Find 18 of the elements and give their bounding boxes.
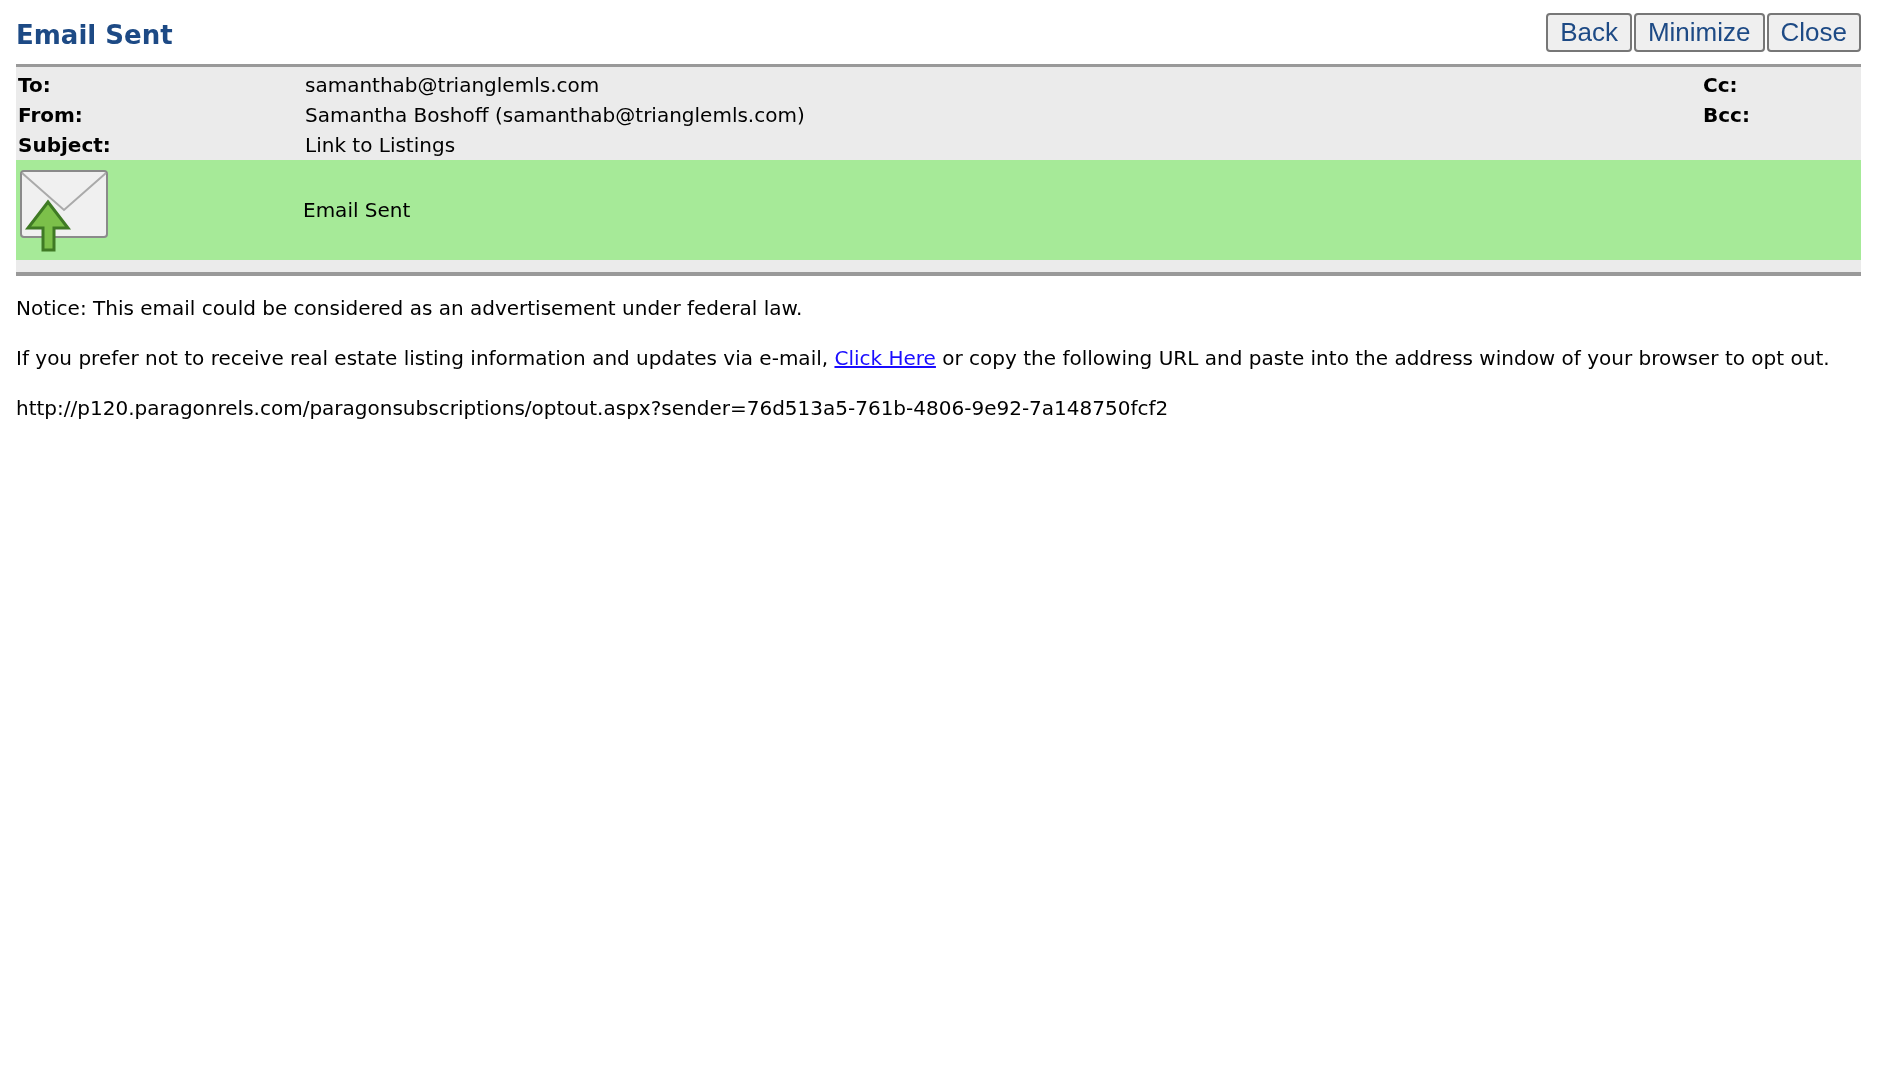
page-title: Email Sent [16, 20, 173, 50]
status-message: Email Sent [303, 198, 411, 222]
click-here-link[interactable]: Click Here [834, 346, 936, 370]
field-label: To: [17, 73, 52, 97]
optout-text: If you prefer not to receive real estate listing information and updates via e-mail, Click Here or copy the following URL and paste into the address window of your browser to opt out. [16, 346, 1831, 370]
field-value: Samantha Boshoff (samanthab@trianglemls.com) [305, 103, 805, 127]
field-label: From: [17, 103, 84, 127]
toolbar-button[interactable]: Close [1766, 12, 1861, 52]
toolbar-button[interactable]: Back [1546, 12, 1632, 52]
field-value: samanthab@trianglemls.com [305, 73, 600, 97]
notice-text: Notice: This email could be considered as an advertisement under federal law. [16, 296, 804, 320]
field-label: Bcc: [1702, 103, 1751, 127]
toolbar-button[interactable]: Minimize [1633, 12, 1765, 52]
field-value: Link to Listings [305, 133, 456, 157]
field-label: Cc: [1702, 73, 1739, 97]
field-label: Subject: [17, 133, 112, 157]
envelope-upload-icon [18, 168, 110, 252]
optout-url: http://p120.paragonrels.com/paragonsubscriptions/optout.aspx?sender=76d513a5-761b-4806-9e92-7a148750fcf2 [16, 396, 1170, 420]
